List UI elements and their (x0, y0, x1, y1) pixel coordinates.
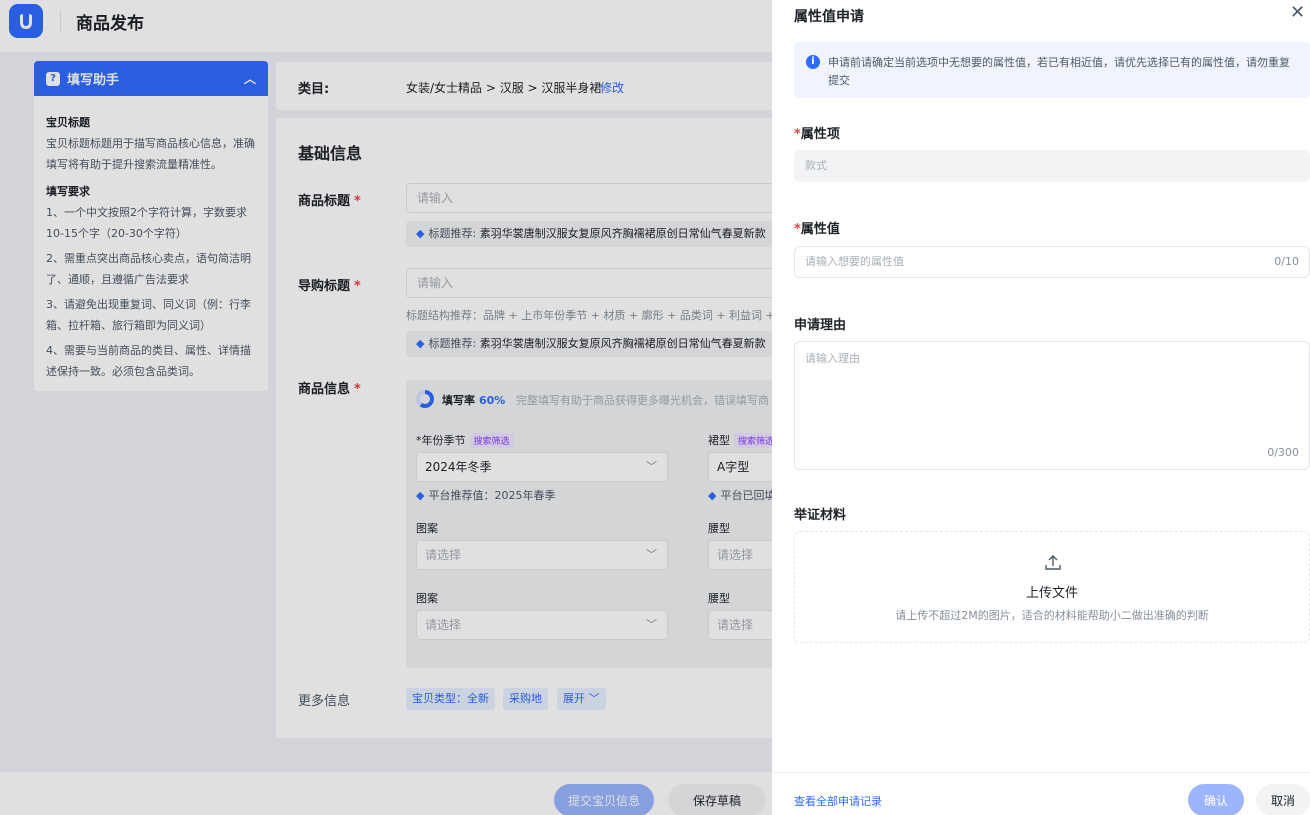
notice-banner: i 申请前请确定当前选项中无想要的属性值，若已有相近值，请优先选择已有的属性值，… (794, 42, 1310, 98)
close-icon[interactable]: ✕ (1290, 4, 1305, 22)
upload-icon (1045, 555, 1061, 570)
confirm-button[interactable]: 确认 (1188, 784, 1244, 815)
evidence-label: 举证材料 (794, 508, 847, 523)
char-counter: 0/300 (1267, 446, 1299, 459)
char-counter: 0/10 (1274, 255, 1299, 268)
attr-value-input[interactable]: 请输入想要的属性值 0/10 (794, 246, 1310, 278)
upload-hint: 请上传不超过2M的图片，适合的材料能帮助小二做出准确的判断 (895, 609, 1209, 622)
attr-value-label: *属性值 (794, 222, 840, 237)
cancel-button[interactable]: 取消 (1256, 784, 1310, 815)
drawer-title: 属性值申请 (794, 9, 864, 25)
notice-text: 申请前请确定当前选项中无想要的属性值，若已有相近值，请优先选择已有的属性值，请勿… (828, 56, 1290, 87)
info-icon: i (806, 55, 820, 69)
attr-item-label: *属性项 (794, 127, 840, 142)
upload-area[interactable]: 上传文件 请上传不超过2M的图片，适合的材料能帮助小二做出准确的判断 (794, 531, 1310, 643)
modal-mask[interactable] (0, 0, 772, 815)
view-history-link[interactable]: 查看全部申请记录 (794, 793, 882, 809)
footer-divider (772, 772, 1310, 773)
upload-title: 上传文件 (1025, 586, 1078, 601)
reason-label: 申请理由 (794, 318, 847, 333)
attr-item-field: 款式 (794, 150, 1310, 182)
attribute-apply-drawer: 属性值申请 ✕ i 申请前请确定当前选项中无想要的属性值，若已有相近值，请优先选… (772, 0, 1310, 815)
reason-textarea[interactable]: 请输入理由 0/300 (794, 341, 1310, 470)
